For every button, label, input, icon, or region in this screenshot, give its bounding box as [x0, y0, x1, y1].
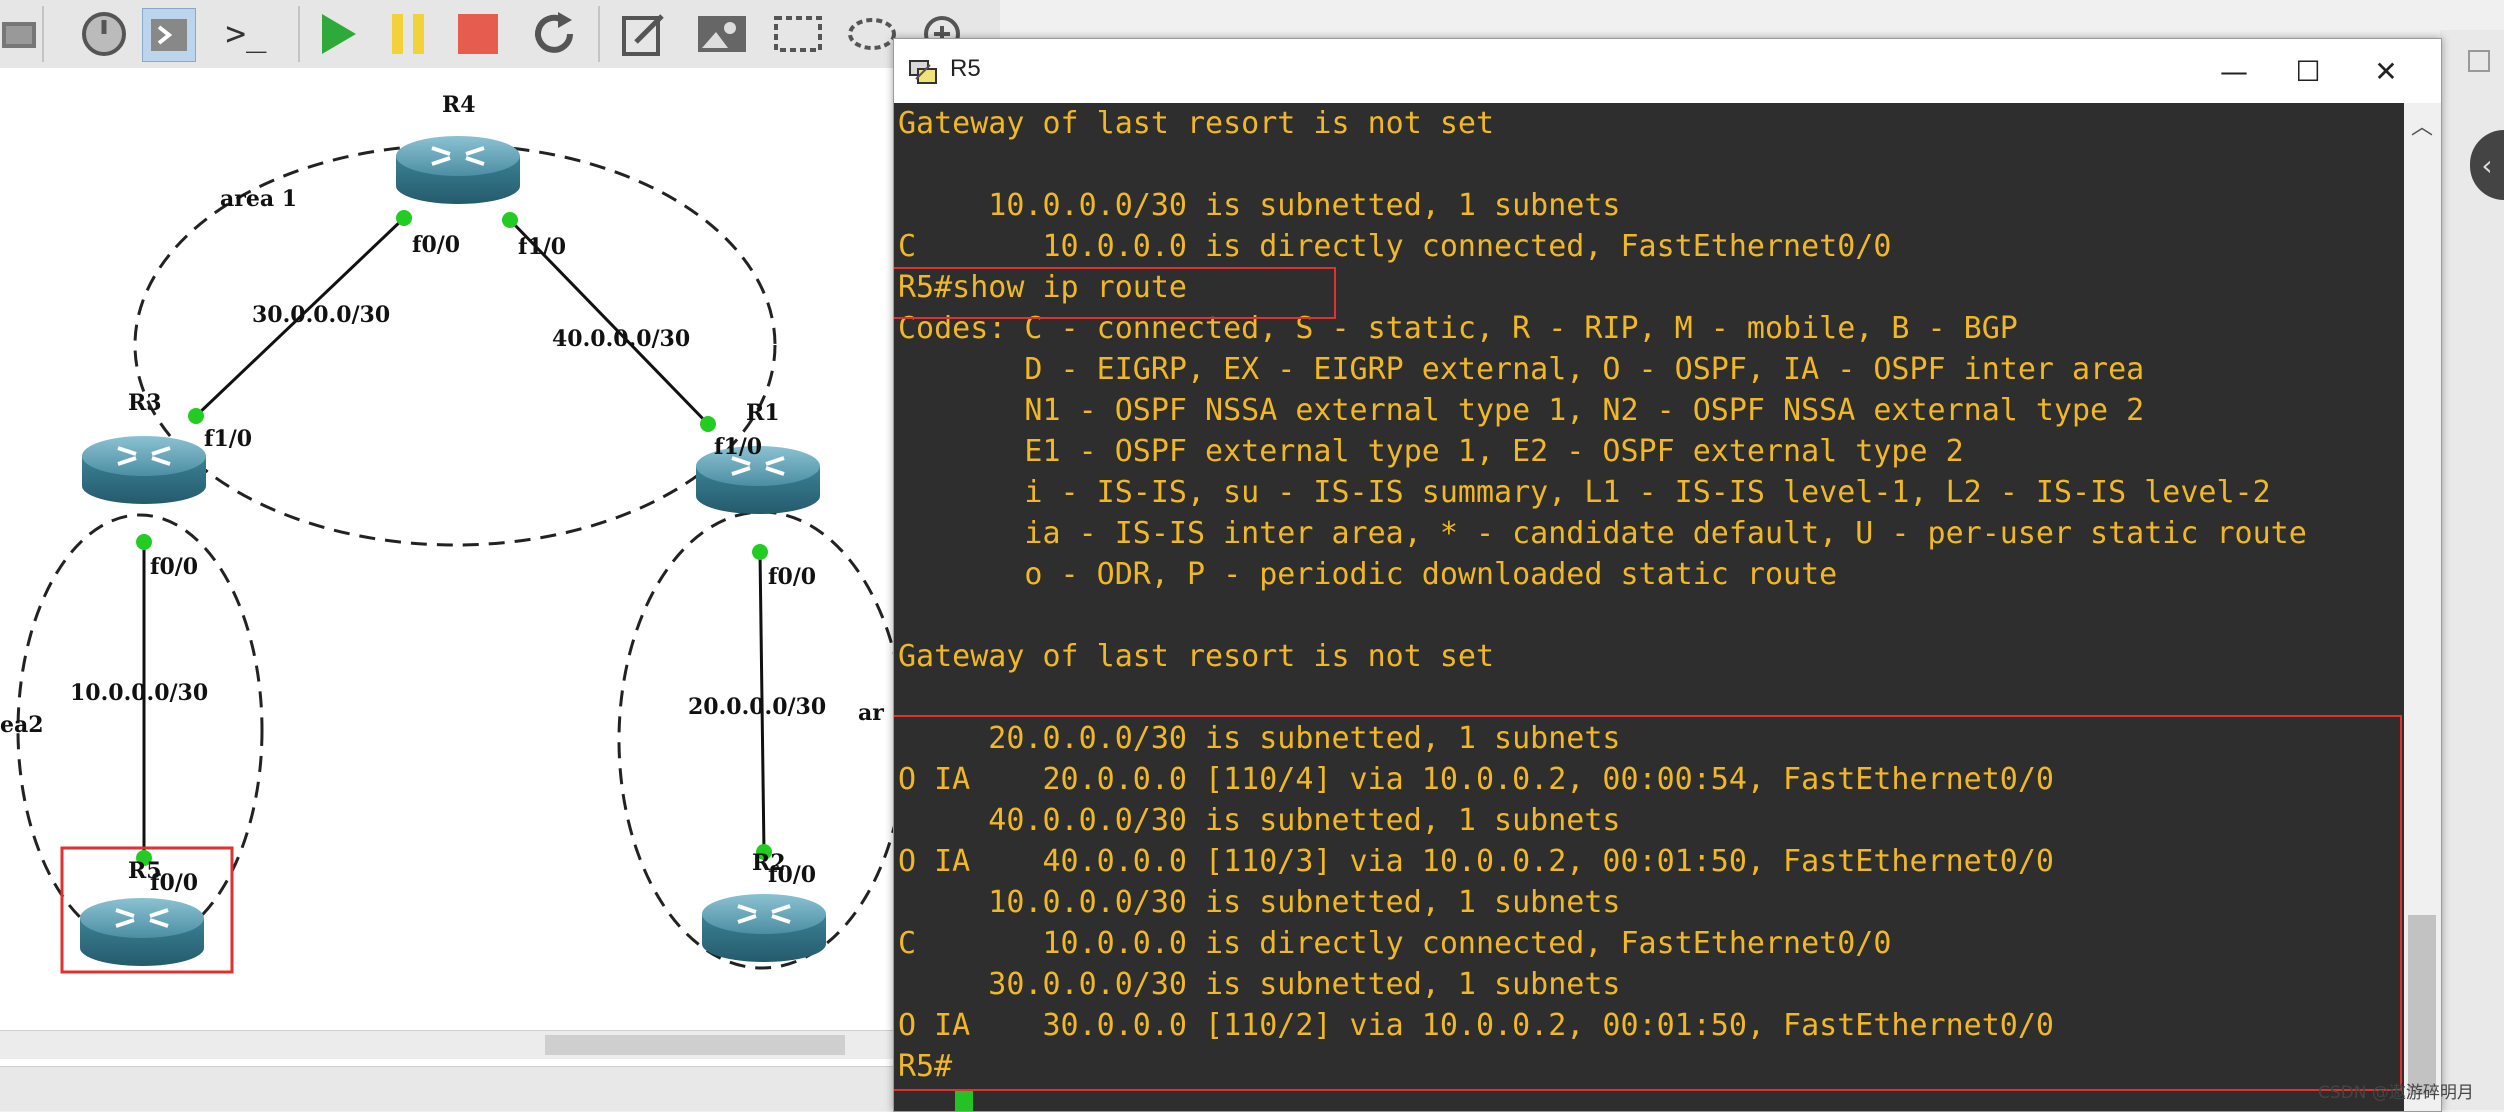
maximize-button[interactable]: ☐ [2280, 49, 2336, 93]
close-button[interactable]: ✕ [2358, 49, 2414, 93]
clock-icon[interactable] [78, 8, 130, 60]
minimize-button[interactable]: — [2206, 49, 2262, 93]
pause-icon[interactable] [382, 8, 434, 60]
if-label-r1-f00: f0/0 [768, 564, 816, 590]
console-all-icon[interactable] [142, 8, 196, 62]
if-label-r4-f00: f0/0 [412, 232, 460, 258]
chevron-left-icon: ‹ [2481, 148, 2493, 182]
if-label-r4-f10: f1/0 [518, 234, 566, 260]
toolbar-separator [598, 6, 600, 62]
terminal-line: N1 - OSPF NSSA external type 1, N2 - OSP… [898, 393, 2145, 428]
router-r4 [394, 134, 522, 206]
terminal-line: C 10.0.0.0 is directly connected, FastEt… [898, 229, 1892, 264]
chevron-up-icon[interactable]: ︿ [2411, 109, 2433, 141]
terminal-icon[interactable]: >_ [220, 8, 272, 60]
if-label-r1-f10: f1/0 [714, 434, 762, 460]
if-label-r3-f00: f0/0 [150, 554, 198, 580]
link-label-r4-r1: 40.0.0.0/30 [552, 326, 690, 352]
terminal-line: i - IS-IS, su - IS-IS summary, L1 - IS-I… [898, 475, 2271, 510]
link-label-r4-r3: 30.0.0.0/30 [252, 302, 390, 328]
terminal-output[interactable]: Gateway of last resort is not set 10.0.0… [894, 103, 2404, 1111]
link-label-r1-r2: 20.0.0.0/30 [688, 694, 826, 720]
router-label-r1: R1 [746, 400, 780, 426]
terminal-line: 10.0.0.0/30 is subnetted, 1 subnets [898, 188, 1621, 223]
router-label-r3: R3 [128, 390, 162, 416]
terminal-label: >_ [225, 14, 267, 54]
minimize-icon: — [2220, 54, 2248, 88]
link-dots [136, 210, 772, 866]
play-icon[interactable] [312, 8, 364, 60]
terminal-window-r5[interactable]: R5 — ☐ ✕ Gateway of last resort is not s… [893, 38, 2442, 1112]
watermark: CSDN @遨游碎明月 [2318, 1083, 2474, 1103]
terminal-line: Gateway of last resort is not set [898, 639, 1495, 674]
status-bar [0, 1066, 900, 1111]
draw-ellipse-icon[interactable] [846, 8, 898, 60]
router-r5 [78, 896, 206, 968]
command-highlight-box [894, 267, 1336, 319]
router-r3 [80, 434, 208, 506]
main-toolbar: >_ [0, 0, 1000, 69]
topology-canvas[interactable]: R4 R3 R1 R5 R2 area 1 ea2 ar f0/0 f1/0 f… [0, 68, 900, 1068]
terminal-cursor [955, 1091, 973, 1111]
edit-note-icon[interactable] [618, 8, 670, 60]
terminal-scrollbar-thumb[interactable] [2408, 915, 2436, 1095]
toolbar-separator [298, 6, 300, 62]
terminal-line: ia - IS-IS inter area, * - candidate def… [898, 516, 2307, 551]
maximize-icon[interactable] [2468, 50, 2490, 72]
close-icon: ✕ [2374, 54, 2398, 88]
link-label-r3-r5: 10.0.0.0/30 [70, 680, 208, 706]
router-label-r4: R4 [442, 92, 476, 118]
router-r2 [700, 892, 828, 964]
canvas-horizontal-scrollbar[interactable] [0, 1030, 900, 1059]
terminal-titlebar[interactable]: R5 — ☐ ✕ [894, 39, 2441, 103]
if-label-r3-f10: f1/0 [204, 426, 252, 452]
toolbar-separator [42, 6, 44, 62]
topology-drawing: R4 R3 R1 R5 R2 area 1 ea2 ar f0/0 f1/0 f… [0, 92, 900, 974]
area-label-2: ea2 [0, 712, 44, 738]
insert-picture-icon[interactable] [696, 8, 748, 60]
area-label-1: area 1 [220, 186, 297, 212]
draw-rectangle-icon[interactable] [772, 8, 824, 60]
scrollbar-thumb[interactable] [545, 1035, 845, 1055]
area-label-right: ar [858, 700, 884, 726]
terminal-title: R5 [950, 55, 981, 82]
maximize-icon: ☐ [2295, 54, 2321, 88]
terminal-line: E1 - OSPF external type 1, E2 - OSPF ext… [898, 434, 1964, 469]
if-label-r5-f00: f0/0 [150, 870, 198, 896]
stop-icon[interactable] [452, 8, 504, 60]
device-icon[interactable] [0, 8, 46, 60]
if-label-r2-f00: f0/0 [768, 862, 816, 888]
terminal-line: o - ODR, P - periodic downloaded static … [898, 557, 1838, 592]
routes-highlight-box [894, 715, 2402, 1091]
putty-icon [909, 60, 937, 84]
reload-icon[interactable] [528, 8, 580, 60]
terminal-line: Gateway of last resort is not set [898, 106, 1495, 141]
terminal-line: D - EIGRP, EX - EIGRP external, O - OSPF… [898, 352, 2145, 387]
